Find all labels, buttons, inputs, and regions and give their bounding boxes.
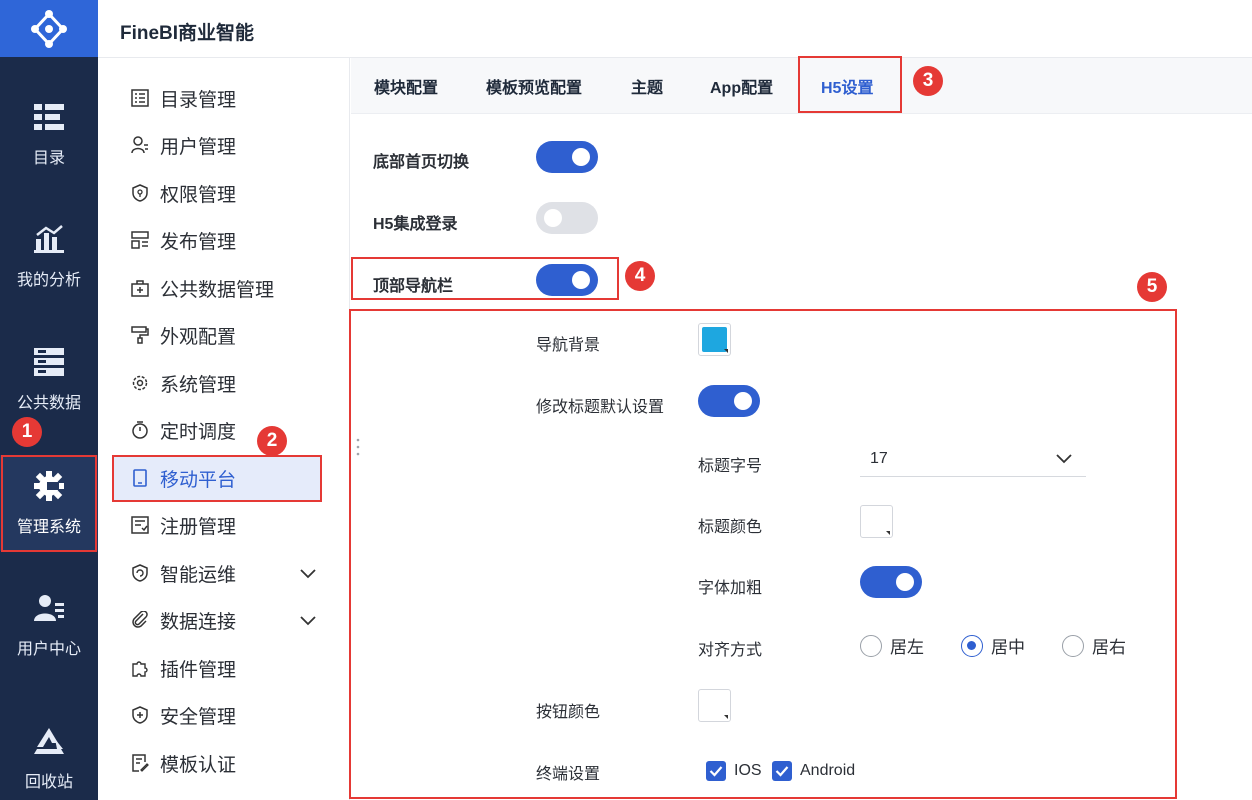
menu-item-label: 系统管理 bbox=[160, 374, 237, 396]
menu-item-label: 目录管理 bbox=[160, 89, 237, 111]
rail-item-label: 公共数据 bbox=[16, 395, 81, 412]
link-icon bbox=[130, 610, 150, 630]
rail-item-public-data[interactable]: 公共数据 bbox=[0, 331, 98, 427]
menu-item-plugins[interactable]: 插件管理 bbox=[112, 646, 320, 690]
database-icon bbox=[32, 345, 66, 379]
menu-item-label: 外观配置 bbox=[160, 326, 237, 348]
annotation-badge: 2 bbox=[257, 426, 287, 456]
menu-item-label: 安全管理 bbox=[160, 706, 237, 728]
left-rail: 目录 我的分析 公共数据 管理系统 用户中心 回收站 bbox=[0, 0, 98, 800]
shield-icon bbox=[130, 183, 150, 203]
rail-item-my-analysis[interactable]: 我的分析 bbox=[0, 208, 98, 304]
menu-item-label: 插件管理 bbox=[160, 659, 237, 681]
bottom-home-switch-toggle[interactable] bbox=[536, 141, 598, 173]
menu-item-data-connection[interactable]: 数据连接 bbox=[112, 598, 320, 642]
rail-item-label: 目录 bbox=[32, 150, 65, 167]
user-manage-icon bbox=[130, 135, 150, 155]
annotation-box-admin-system bbox=[1, 455, 97, 552]
plugin-icon bbox=[130, 658, 150, 678]
logo-icon bbox=[31, 9, 67, 48]
annotation-box-nav-settings bbox=[349, 309, 1177, 799]
menu-item-schedule[interactable]: 定时调度 bbox=[112, 408, 320, 452]
rail-item-label: 回收站 bbox=[24, 774, 73, 791]
menu-item-users[interactable]: 用户管理 bbox=[112, 123, 320, 167]
h5-login-label: H5集成登录 bbox=[373, 216, 458, 233]
annotation-box-h5-tab bbox=[798, 56, 902, 113]
settings-icon bbox=[130, 373, 150, 393]
paint-roller-icon bbox=[130, 325, 150, 345]
tab-app-config[interactable]: App配置 bbox=[710, 58, 773, 114]
menu-item-label: 数据连接 bbox=[160, 611, 237, 633]
menu-item-publish[interactable]: 发布管理 bbox=[112, 218, 320, 262]
menu-item-system[interactable]: 系统管理 bbox=[112, 361, 320, 405]
catalog-icon bbox=[130, 88, 150, 108]
menu-item-label: 发布管理 bbox=[160, 231, 237, 253]
menu-item-public-data[interactable]: 公共数据管理 bbox=[112, 266, 320, 310]
tab-theme[interactable]: 主题 bbox=[631, 58, 663, 114]
rail-item-label: 我的分析 bbox=[16, 272, 81, 289]
chevron-down-icon[interactable] bbox=[300, 610, 316, 632]
admin-menu: 目录管理 用户管理 权限管理 发布管理 公共数据管理 外观配置 系统管理 定时调… bbox=[98, 58, 350, 800]
menu-item-appearance[interactable]: 外观配置 bbox=[112, 313, 320, 357]
menu-item-permissions[interactable]: 权限管理 bbox=[112, 171, 320, 215]
menu-item-label: 模板认证 bbox=[160, 754, 237, 776]
public-data-icon bbox=[130, 278, 150, 298]
annotation-box-mobile-platform bbox=[112, 455, 322, 502]
template-cert-icon bbox=[130, 753, 150, 773]
annotation-badge: 5 bbox=[1137, 272, 1167, 302]
rail-item-recycle-bin[interactable]: 回收站 bbox=[0, 710, 98, 800]
register-icon bbox=[130, 515, 150, 535]
bottom-home-switch-label: 底部首页切换 bbox=[373, 154, 470, 171]
h5-login-toggle[interactable] bbox=[536, 202, 598, 234]
list-icon bbox=[32, 100, 66, 134]
tab-template-preview[interactable]: 模板预览配置 bbox=[486, 58, 582, 114]
publish-icon bbox=[130, 230, 150, 250]
menu-item-label: 权限管理 bbox=[160, 184, 237, 206]
app-title: FineBI商业智能 bbox=[120, 23, 255, 44]
ops-icon bbox=[130, 563, 150, 583]
menu-item-register[interactable]: 注册管理 bbox=[112, 503, 320, 547]
rail-item-label: 用户中心 bbox=[16, 641, 81, 658]
chevron-down-icon[interactable] bbox=[300, 563, 316, 585]
rail-item-catalog[interactable]: 目录 bbox=[0, 86, 98, 182]
menu-item-label: 注册管理 bbox=[160, 516, 237, 538]
security-icon bbox=[130, 705, 150, 725]
menu-item-label: 定时调度 bbox=[160, 421, 237, 443]
menu-item-template-cert[interactable]: 模板认证 bbox=[112, 741, 320, 785]
rail-item-user-center[interactable]: 用户中心 bbox=[0, 577, 98, 673]
menu-item-catalog[interactable]: 目录管理 bbox=[112, 76, 320, 120]
tab-module-config[interactable]: 模块配置 bbox=[374, 58, 438, 114]
annotation-badge: 4 bbox=[625, 261, 655, 291]
menu-item-label: 用户管理 bbox=[160, 136, 237, 158]
menu-item-label: 公共数据管理 bbox=[160, 279, 275, 301]
user-icon bbox=[32, 591, 66, 625]
timer-icon bbox=[130, 420, 150, 440]
menu-item-label: 智能运维 bbox=[160, 564, 237, 586]
app-logo[interactable] bbox=[0, 0, 98, 57]
menu-item-security[interactable]: 安全管理 bbox=[112, 693, 320, 737]
recycle-icon bbox=[32, 724, 66, 758]
analysis-chart-icon bbox=[32, 222, 66, 256]
annotation-badge: 1 bbox=[12, 417, 42, 447]
annotation-box-top-nav bbox=[351, 257, 619, 300]
annotation-badge: 3 bbox=[913, 66, 943, 96]
menu-item-smart-ops[interactable]: 智能运维 bbox=[112, 551, 320, 595]
